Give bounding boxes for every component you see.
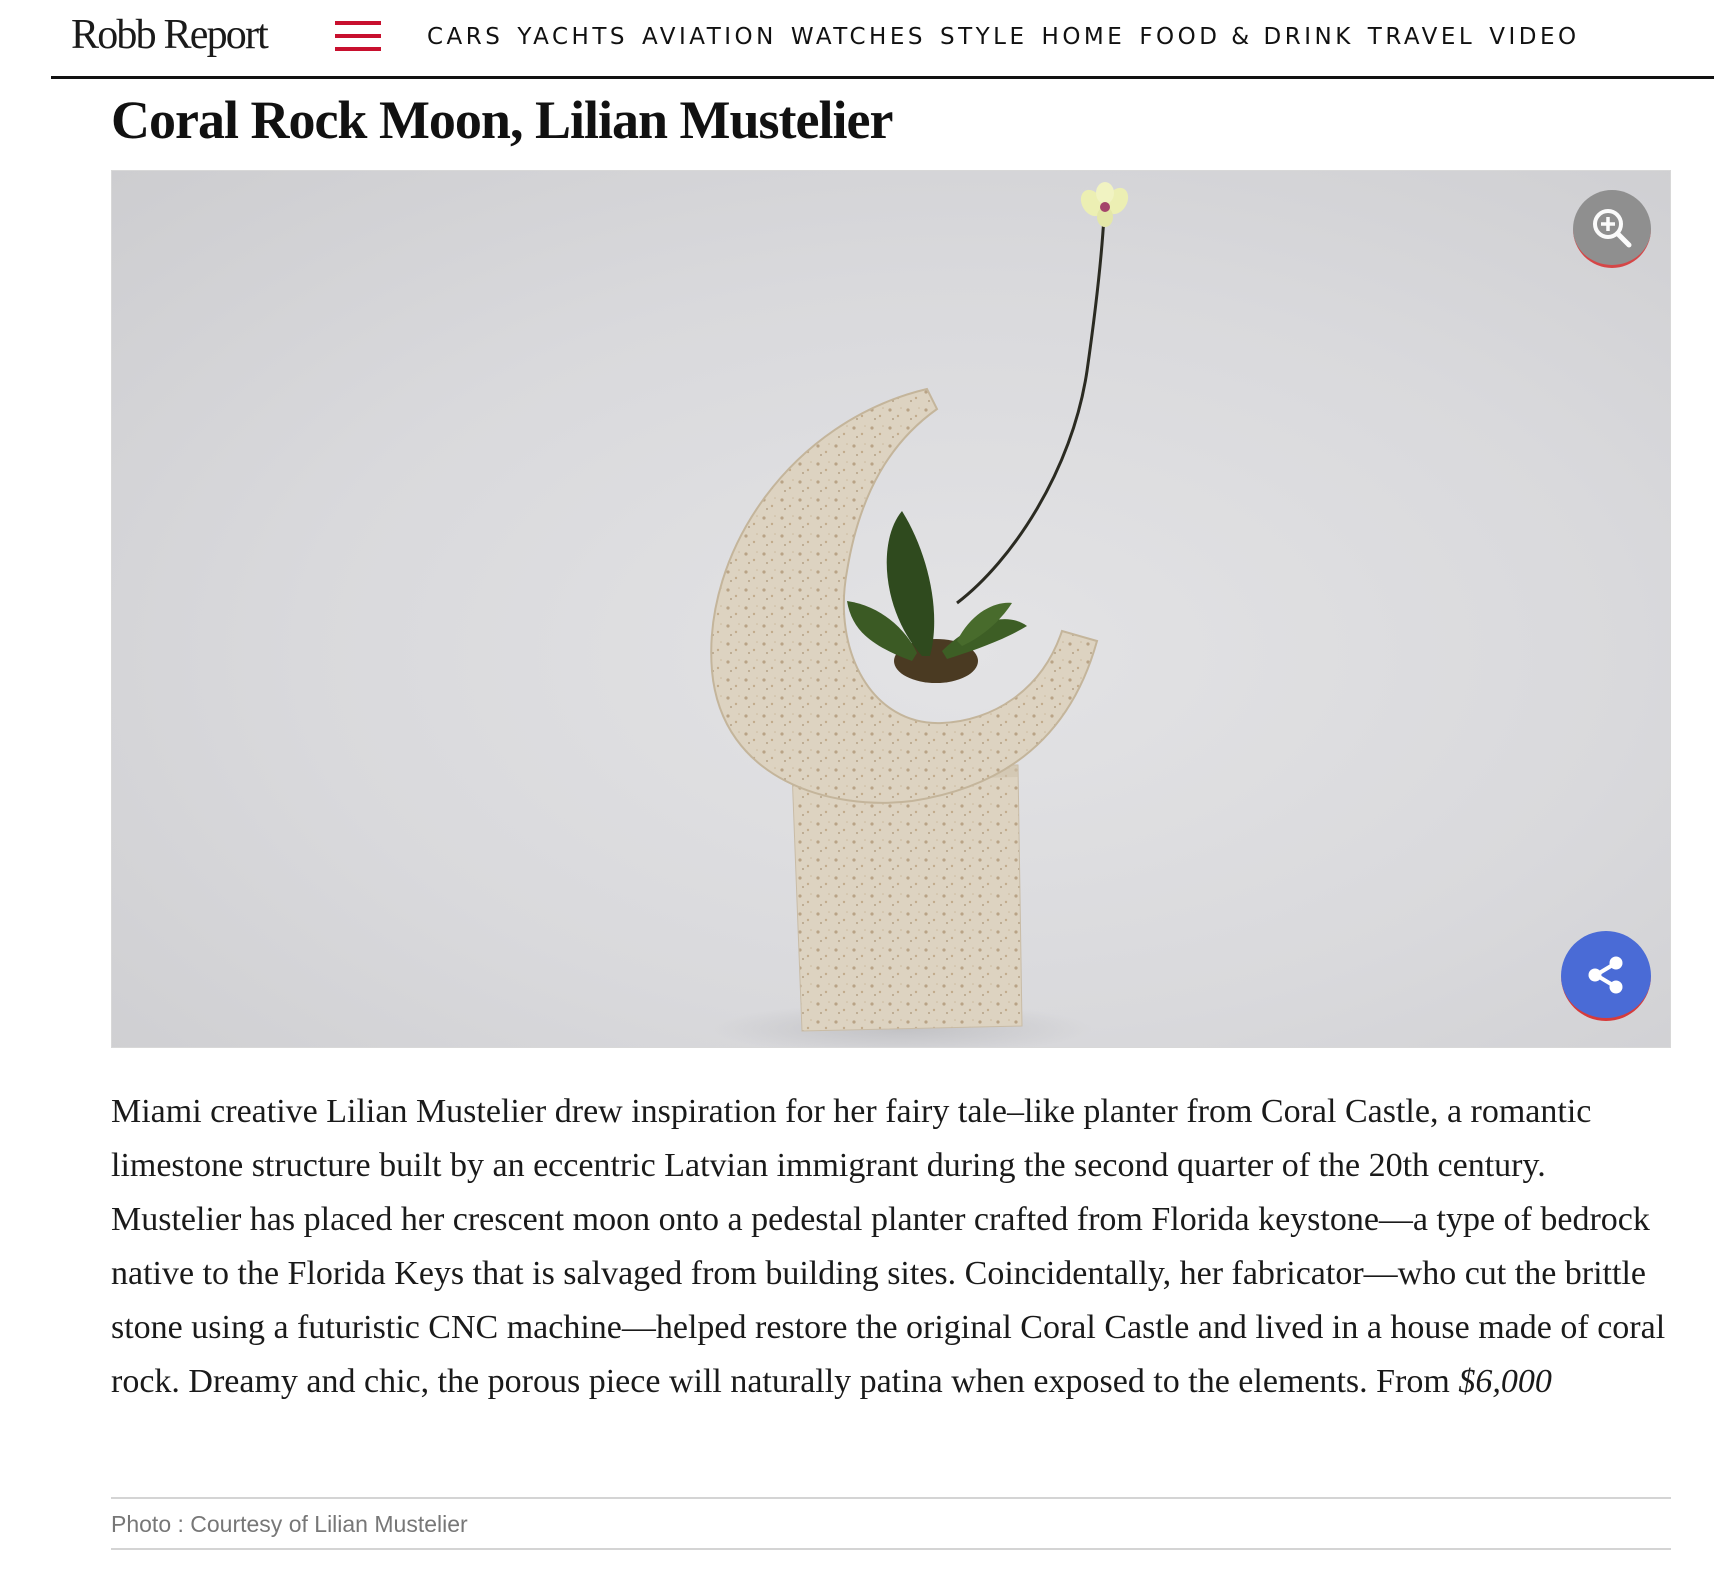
nav-item-home[interactable]: HOME bbox=[1042, 22, 1126, 52]
nav-item-cars[interactable]: CARS bbox=[427, 22, 503, 52]
photo-credit: Photo : Courtesy of Lilian Mustelier bbox=[111, 1511, 468, 1537]
divider-top bbox=[111, 1497, 1671, 1499]
site-header: Robb Report CARS YACHTS AVIATION WATCHES… bbox=[51, 0, 1714, 79]
share-icon[interactable] bbox=[1561, 931, 1651, 1021]
site-logo[interactable]: Robb Report bbox=[71, 10, 269, 60]
nav-item-travel[interactable]: TRAVEL bbox=[1368, 22, 1475, 52]
nav-item-food-drink[interactable]: FOOD & DRINK bbox=[1139, 22, 1353, 52]
article-photo bbox=[111, 170, 1671, 1048]
hamburger-menu-icon[interactable] bbox=[335, 19, 381, 53]
main-nav: CARS YACHTS AVIATION WATCHES STYLE HOME … bbox=[427, 22, 1594, 52]
article-title: Coral Rock Moon, Lilian Mustelier bbox=[111, 90, 893, 150]
zoom-in-icon[interactable] bbox=[1573, 190, 1651, 268]
nav-item-aviation[interactable]: AVIATION bbox=[642, 22, 777, 52]
nav-item-video[interactable]: VIDEO bbox=[1489, 22, 1579, 52]
price: $6,000 bbox=[1458, 1363, 1552, 1400]
article-body: Miami creative Lilian Mustelier drew ins… bbox=[111, 1085, 1681, 1409]
orchid-flower bbox=[1080, 182, 1129, 227]
divider-bottom bbox=[111, 1548, 1671, 1550]
planter-photo bbox=[710, 182, 1129, 1047]
nav-item-yachts[interactable]: YACHTS bbox=[517, 22, 628, 52]
nav-item-watches[interactable]: WATCHES bbox=[791, 22, 926, 52]
article-body-text: Miami creative Lilian Mustelier drew ins… bbox=[111, 1093, 1666, 1400]
nav-item-style[interactable]: STYLE bbox=[940, 22, 1028, 52]
